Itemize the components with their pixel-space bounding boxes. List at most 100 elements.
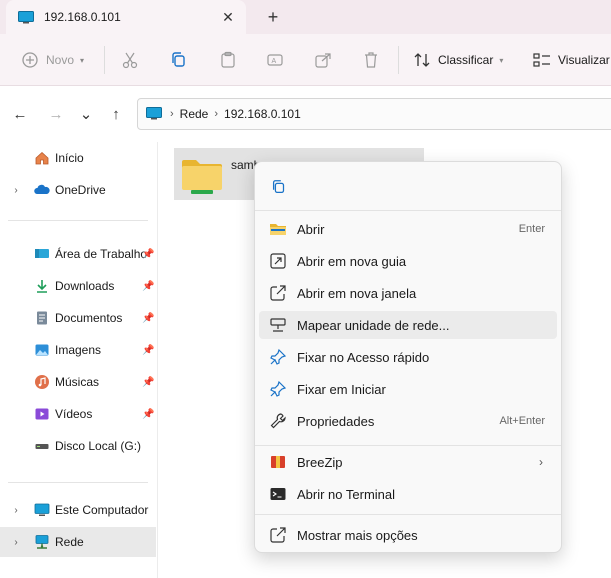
sidebar-item-music[interactable]: Músicas 📌	[0, 367, 156, 397]
pin-icon: 📌	[142, 312, 155, 324]
sidebar-item-onedrive[interactable]: › OneDrive	[0, 175, 156, 205]
folder-open-icon	[270, 224, 286, 235]
cut-icon[interactable]	[120, 48, 140, 72]
menu-item-label: BreeZip	[297, 454, 343, 470]
menu-item-open-terminal[interactable]: Abrir no Terminal	[259, 480, 557, 508]
delete-icon[interactable]	[361, 48, 381, 72]
menu-item-pin-start[interactable]: Fixar em Iniciar	[259, 375, 557, 403]
sidebar-item-videos[interactable]: Vídeos 📌	[0, 399, 156, 429]
pin-icon: 📌	[142, 344, 155, 356]
pin-icon: 📌	[142, 408, 155, 420]
new-button[interactable]: Novo ▾	[20, 48, 84, 72]
sidebar-item-network[interactable]: › Rede	[0, 527, 156, 557]
monitor-icon	[18, 10, 34, 23]
sidebar-item-inicio[interactable]: Início	[0, 143, 156, 173]
submenu-arrow-icon: ›	[539, 455, 543, 469]
sidebar-item-label: Documentos	[55, 311, 123, 325]
menu-item-label: Mostrar mais opções	[297, 527, 418, 543]
home-icon	[35, 151, 49, 165]
paste-icon[interactable]	[218, 48, 238, 72]
expand-icon[interactable]: ›	[10, 537, 22, 548]
menu-item-breezip[interactable]: BreeZip ›	[259, 448, 557, 476]
rename-icon[interactable]: A	[265, 48, 285, 72]
plus-circle-icon	[22, 52, 38, 68]
new-button-label: Novo	[46, 53, 75, 67]
view-button-label: Visualizar	[558, 53, 610, 67]
network-icon	[35, 535, 49, 549]
sidebar-item-documents[interactable]: Documentos 📌	[0, 303, 156, 333]
music-icon	[35, 375, 49, 389]
menu-item-show-more-options[interactable]: Mostrar mais opções	[259, 521, 557, 549]
share-icon[interactable]	[313, 48, 333, 72]
tab-192-168-0-101[interactable]: 192.168.0.101 ✕	[6, 0, 246, 34]
menu-item-label: Propriedades	[297, 413, 375, 429]
menu-item-open-new-tab[interactable]: Abrir em nova guia	[259, 247, 557, 275]
svg-text:A: A	[272, 58, 277, 65]
menu-item-open-new-window[interactable]: Abrir em nova janela	[259, 279, 557, 307]
menu-item-label: Abrir	[297, 221, 325, 237]
breadcrumb-separator: ›	[214, 108, 219, 120]
view-button[interactable]: Visualizar	[532, 48, 610, 72]
computer-icon	[34, 503, 50, 516]
menu-item-open[interactable]: Abrir Enter	[259, 215, 557, 243]
copy-icon	[272, 180, 285, 194]
shortcut-label: Enter	[518, 223, 545, 235]
navigation-bar: ← → ⌄ ↑ › Rede › 192.168.0.101	[0, 86, 611, 142]
new-tab-button[interactable]: +	[262, 6, 284, 28]
title-bar: 192.168.0.101 ✕ +	[0, 0, 611, 34]
monitor-icon	[146, 107, 162, 120]
chevron-down-icon: ▾	[80, 55, 85, 65]
sidebar-item-this-pc[interactable]: › Este Computador	[0, 495, 156, 525]
address-bar[interactable]: › Rede › 192.168.0.101	[137, 98, 611, 130]
sidebar-item-label: Músicas	[55, 375, 100, 389]
expand-icon[interactable]: ›	[10, 185, 22, 196]
copy-icon[interactable]	[169, 48, 189, 72]
sidebar-item-label: Início	[55, 151, 84, 165]
sidebar-item-pictures[interactable]: Imagens 📌	[0, 335, 156, 365]
menu-separator	[255, 514, 561, 515]
copy-button[interactable]	[267, 176, 291, 198]
sidebar-item-label: Vídeos	[55, 407, 93, 421]
up-button[interactable]: ↑	[106, 104, 126, 124]
breadcrumb-host[interactable]: 192.168.0.101	[224, 107, 301, 121]
breezip-icon	[271, 456, 285, 468]
menu-item-pin-quick-access[interactable]: Fixar no Acesso rápido	[259, 343, 557, 371]
videos-icon	[35, 408, 49, 420]
chevron-down-icon: ▾	[499, 55, 504, 65]
sort-button[interactable]: Classificar ▾	[412, 48, 503, 72]
menu-item-label: Abrir em nova janela	[297, 285, 417, 301]
pictures-icon	[35, 344, 49, 356]
navigation-pane: Início › OneDrive Área de Trabalho 📌 Dow…	[0, 142, 158, 578]
pin-icon: 📌	[142, 248, 155, 260]
menu-item-map-network-drive[interactable]: Mapear unidade de rede...	[259, 311, 557, 339]
recent-locations-button[interactable]: ⌄	[76, 104, 96, 124]
documents-icon	[37, 311, 47, 325]
sidebar-item-local-disk-g[interactable]: Disco Local (G:)	[0, 431, 156, 461]
sort-icon	[414, 53, 430, 67]
sidebar-item-downloads[interactable]: Downloads 📌	[0, 271, 156, 301]
menu-item-properties[interactable]: Propriedades Alt+Enter	[259, 407, 557, 435]
menu-separator	[255, 445, 561, 446]
pin-icon: 📌	[142, 280, 155, 292]
menu-item-label: Mapear unidade de rede...	[297, 317, 450, 333]
close-tab-icon[interactable]: ✕	[220, 9, 236, 25]
breadcrumb-separator: ›	[170, 108, 174, 120]
pin-icon	[270, 348, 287, 365]
sidebar-item-desktop[interactable]: Área de Trabalho 📌	[0, 239, 156, 269]
sidebar-item-label: Downloads	[55, 279, 115, 293]
onedrive-icon	[34, 184, 50, 194]
back-button[interactable]: ←	[10, 104, 30, 124]
download-icon	[37, 280, 47, 293]
sidebar-item-label: OneDrive	[55, 183, 106, 197]
more-options-icon	[270, 527, 286, 543]
toolbar-divider	[398, 46, 399, 74]
sidebar-item-label: Disco Local (G:)	[55, 439, 142, 453]
sidebar-item-label: Área de Trabalho	[55, 247, 148, 261]
view-icon	[533, 53, 550, 67]
menu-item-label: Fixar em Iniciar	[297, 381, 386, 397]
breadcrumb-rede[interactable]: Rede	[180, 107, 209, 121]
sidebar-divider	[8, 482, 148, 483]
pin-start-icon	[270, 380, 287, 397]
forward-button[interactable]: →	[46, 104, 66, 124]
expand-icon[interactable]: ›	[10, 505, 22, 516]
